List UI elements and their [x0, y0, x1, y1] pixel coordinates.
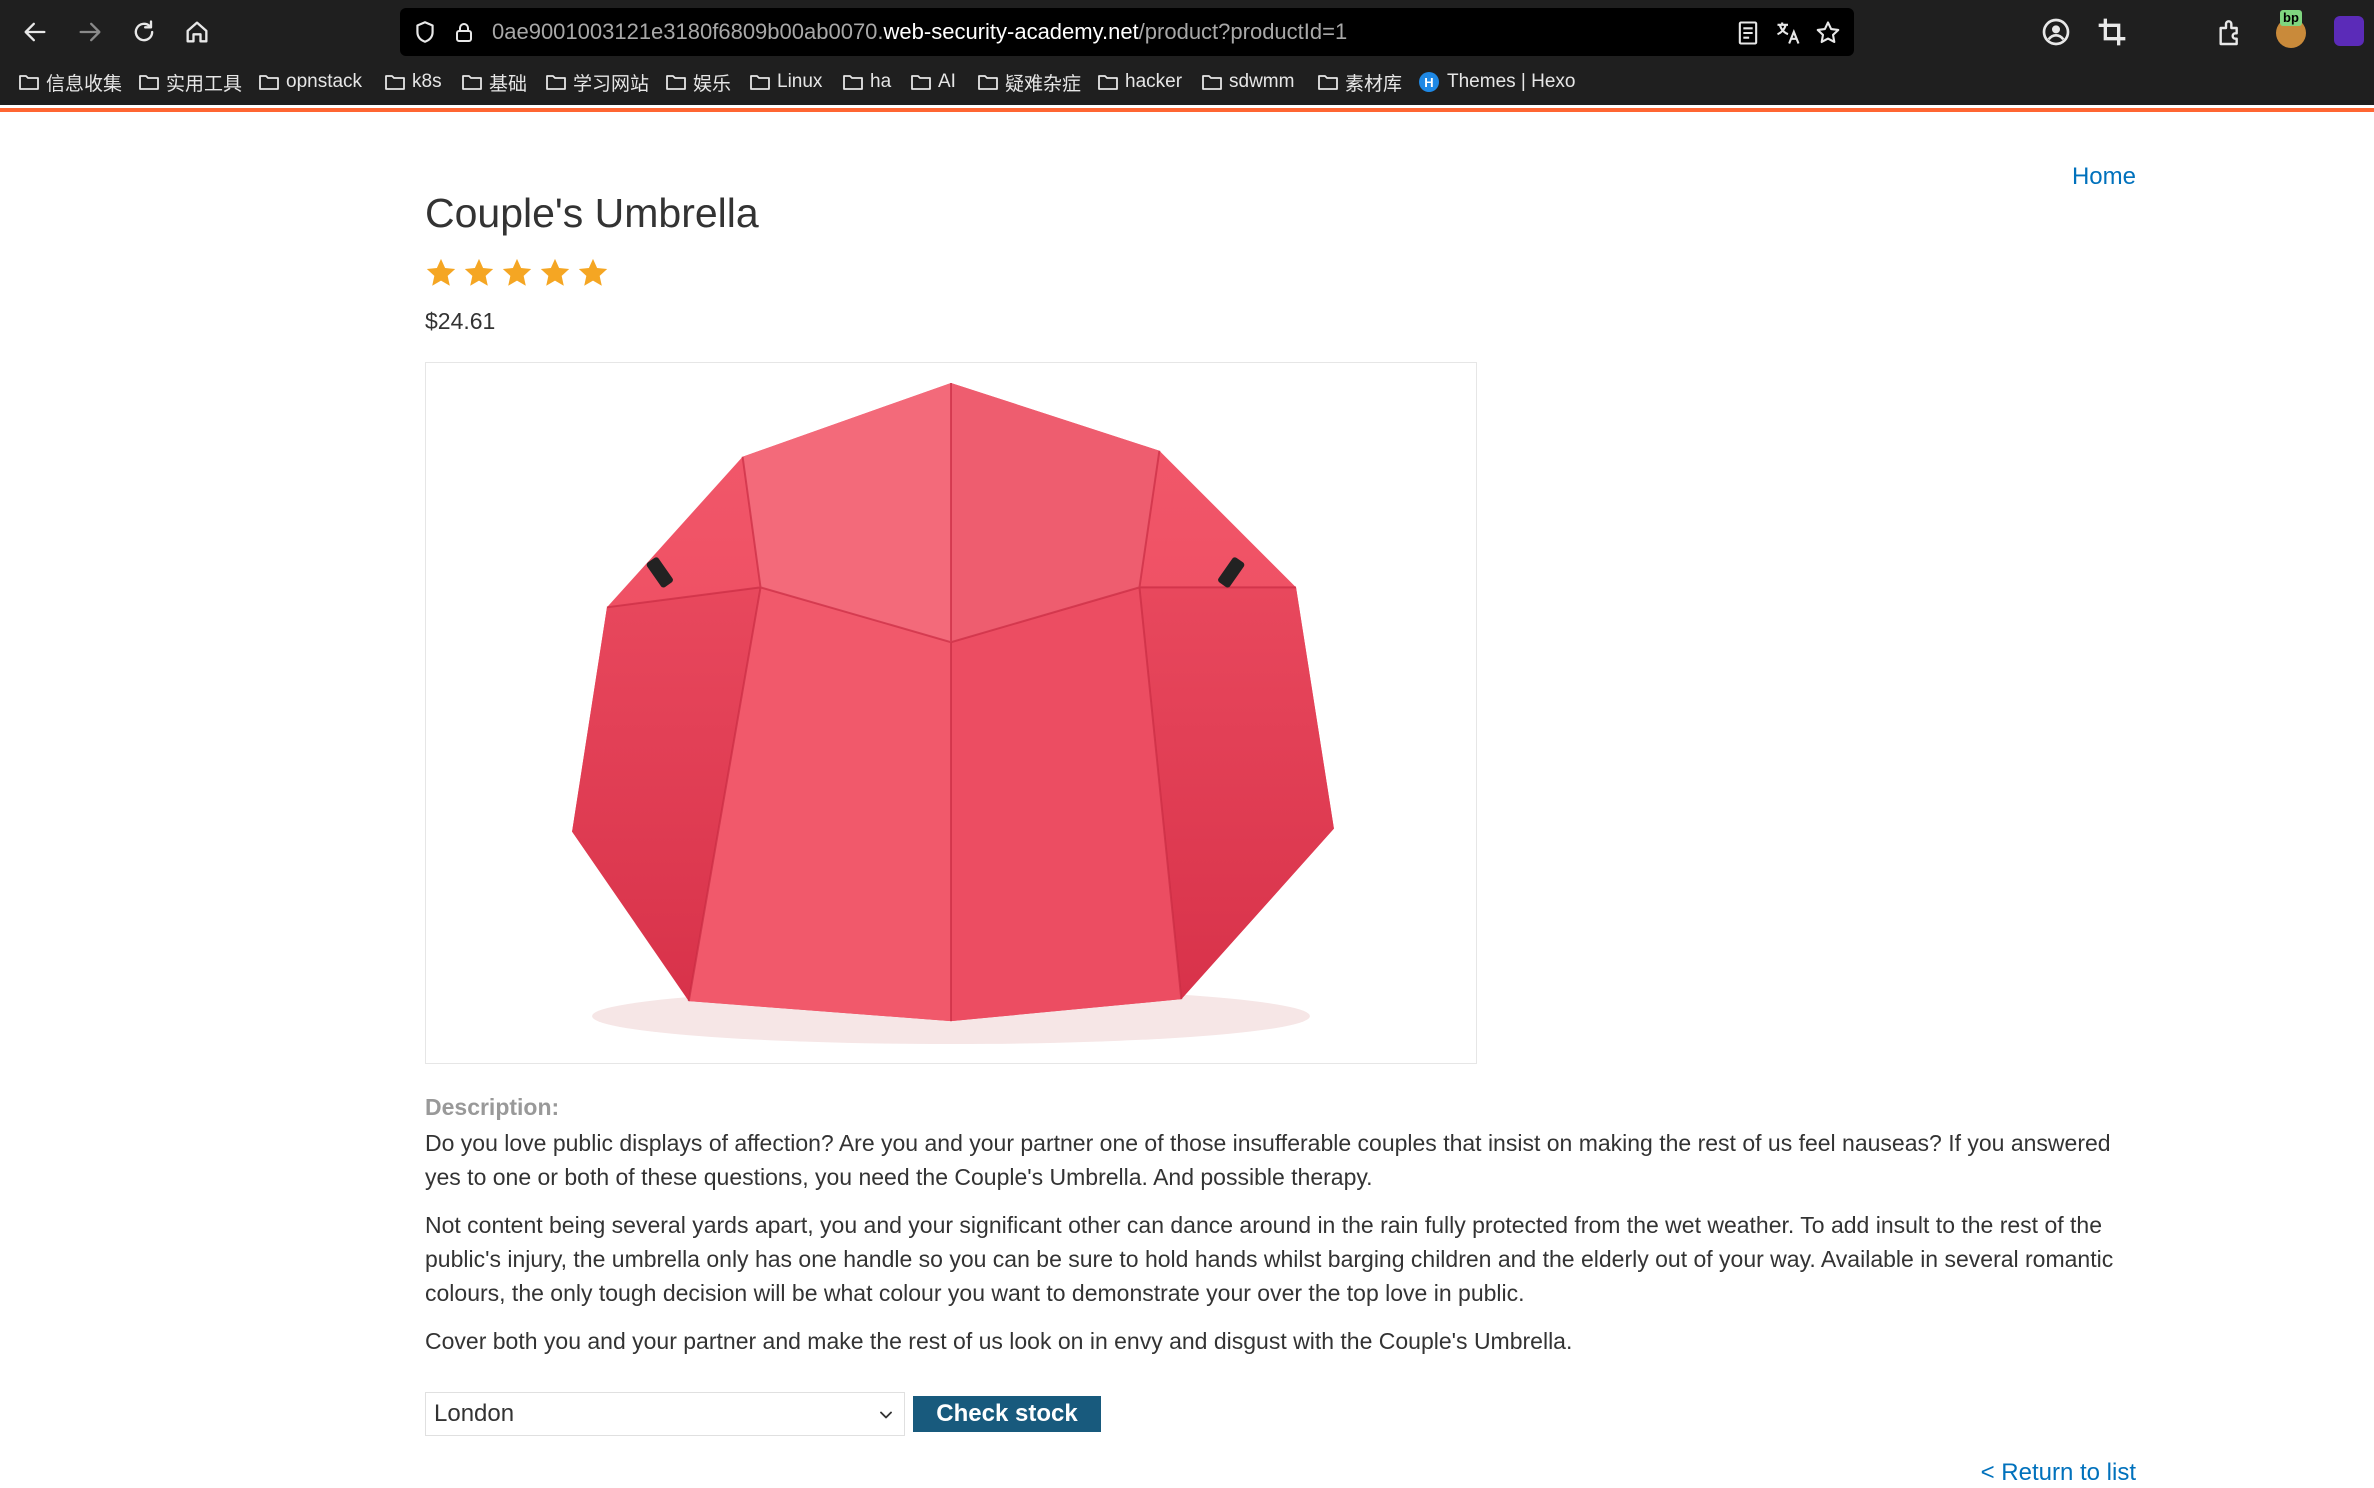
folder-icon	[911, 75, 931, 90]
bookmark-label: ha	[870, 71, 892, 92]
bookmark-folder[interactable]: 疑难杂症	[977, 68, 1081, 96]
bookmark-folder[interactable]: 信息收集	[18, 68, 122, 96]
bookmark-label: sdwmm	[1229, 71, 1295, 92]
bookmark-label: hacker	[1125, 71, 1183, 92]
star-icon	[426, 258, 456, 286]
check-stock-button[interactable]: Check stock	[913, 1396, 1101, 1432]
extension-badge: bp	[2280, 10, 2302, 26]
address-bar[interactable]: 0ae9001003121e3180f6809b00ab0070.web-sec…	[400, 8, 1854, 56]
product-title: Couple's Umbrella	[425, 190, 759, 236]
description-paragraph: Not content being several yards apart, y…	[425, 1212, 2114, 1306]
star-icon	[578, 258, 608, 286]
folder-icon	[385, 75, 405, 90]
star-icon	[540, 258, 570, 286]
bookmark-folder[interactable]: Linux	[749, 68, 822, 96]
url-text[interactable]: 0ae9001003121e3180f6809b00ab0070.web-sec…	[492, 20, 1347, 44]
product-image	[425, 362, 1477, 1064]
bookmark-star-icon[interactable]	[1814, 19, 1842, 47]
forward-icon[interactable]	[72, 14, 108, 50]
home-icon[interactable]	[179, 14, 215, 50]
account-icon[interactable]	[2040, 16, 2072, 48]
folder-icon	[978, 75, 998, 90]
description-paragraph: Do you love public displays of affection…	[425, 1130, 2111, 1190]
bookmark-folder[interactable]: opnstack	[258, 68, 362, 96]
url-prefix: 0ae9001003121e3180f6809b00ab0070.	[492, 19, 884, 44]
bookmark-label: Themes | Hexo	[1447, 71, 1576, 92]
folder-icon	[462, 75, 482, 90]
home-link[interactable]: Home	[2072, 163, 2136, 191]
folder-icon	[843, 75, 863, 90]
folder-icon	[1202, 75, 1222, 90]
reader-icon[interactable]	[1734, 19, 1762, 47]
hexo-icon: H	[1419, 72, 1439, 92]
folder-icon	[1318, 75, 1338, 90]
folder-icon	[1098, 75, 1118, 90]
description-paragraph: Cover both you and your partner and make…	[425, 1328, 1573, 1354]
bookmark-folder[interactable]: AI	[910, 68, 956, 96]
translate-icon[interactable]	[1774, 19, 1802, 47]
shield-icon[interactable]	[412, 19, 438, 45]
product-price: $24.61	[425, 308, 496, 334]
url-path: /product?productId=1	[1138, 19, 1348, 44]
bookmark-folder[interactable]: k8s	[384, 68, 442, 96]
bookmark-label: 信息收集	[46, 73, 123, 95]
bookmark-folder[interactable]: 娱乐	[665, 68, 731, 96]
bookmark-label: 实用工具	[166, 73, 243, 95]
store-select-value: London	[434, 1400, 515, 1427]
star-rating	[424, 256, 610, 290]
bookmark-label: AI	[938, 71, 956, 92]
bookmark-folder[interactable]: 素材库	[1317, 68, 1402, 96]
bookmark-label: opnstack	[286, 71, 363, 92]
chevron-down-icon	[880, 1411, 892, 1419]
folder-icon	[259, 75, 279, 90]
extensions-icon[interactable]	[2214, 16, 2246, 48]
browser-chrome: 0ae9001003121e3180f6809b00ab0070.web-sec…	[0, 0, 2374, 105]
description-label: Description:	[425, 1094, 560, 1120]
star-icon	[464, 258, 494, 286]
browser-toolbar: 0ae9001003121e3180f6809b00ab0070.web-sec…	[0, 0, 2374, 64]
bookmark-folder[interactable]: hacker	[1097, 68, 1182, 96]
bookmark-label: 素材库	[1345, 73, 1403, 95]
star-icon	[502, 258, 532, 286]
bookmark-label: k8s	[412, 71, 442, 92]
umbrella-image	[572, 382, 1334, 1045]
bookmark-folder[interactable]: 学习网站	[545, 68, 649, 96]
url-host: web-security-academy.net	[883, 19, 1139, 44]
notification-extension-icon[interactable]	[2334, 16, 2364, 46]
bookmark-folder[interactable]: ha	[842, 68, 891, 96]
header-accent-line	[0, 108, 2374, 112]
folder-icon	[19, 75, 39, 90]
bookmark-folder[interactable]: sdwmm	[1201, 68, 1294, 96]
bookmark-label: 学习网站	[573, 73, 650, 95]
bookmark-label: Linux	[777, 71, 823, 92]
bookmark-label: 娱乐	[693, 73, 732, 95]
folder-icon	[546, 75, 566, 90]
bookmark-link[interactable]: H Themes | Hexo	[1419, 68, 1575, 96]
bookmark-label: 疑难杂症	[1005, 73, 1082, 95]
lock-icon[interactable]	[452, 19, 476, 45]
stock-check-form: London Check stock	[425, 1392, 1101, 1436]
bookmark-folder[interactable]: 基础	[461, 68, 527, 96]
bookmark-folder[interactable]: 实用工具	[138, 68, 242, 96]
folder-icon	[666, 75, 686, 90]
reload-icon[interactable]	[126, 14, 162, 50]
folder-icon	[139, 75, 159, 90]
return-to-list-link[interactable]: < Return to list	[1981, 1459, 2136, 1487]
bookmark-label: 基础	[489, 73, 528, 95]
back-icon[interactable]	[17, 14, 53, 50]
store-select[interactable]: London	[425, 1392, 905, 1436]
crop-icon[interactable]	[2096, 16, 2128, 48]
folder-icon	[750, 75, 770, 90]
bookmarks-bar: 信息收集 实用工具 opnstack k8s 基础 学习网站 娱乐 Linux …	[0, 64, 2374, 100]
